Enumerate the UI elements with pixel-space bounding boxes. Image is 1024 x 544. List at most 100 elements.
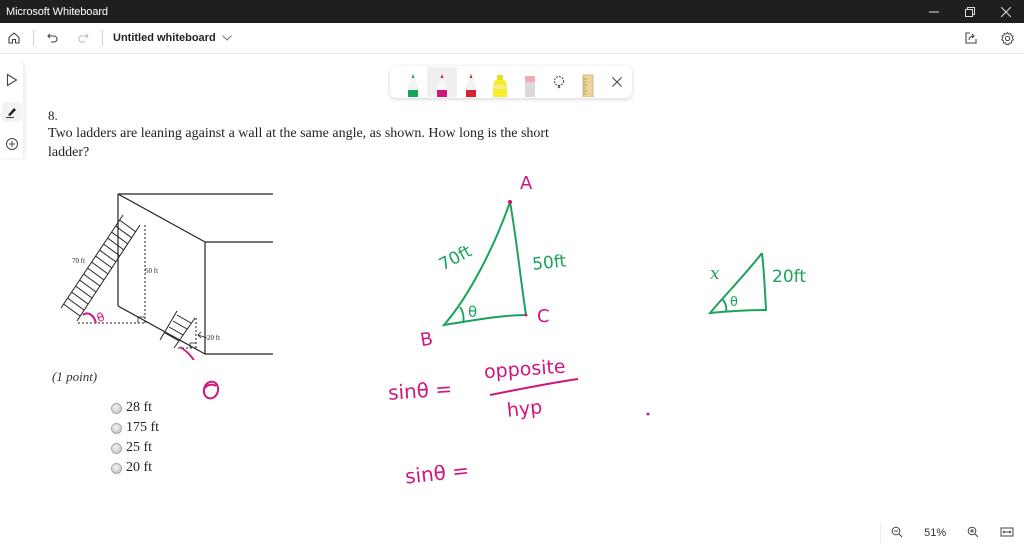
ink-angle-arc (82, 312, 97, 324)
board-menu-button[interactable] (221, 35, 232, 41)
answer-option[interactable]: 175 ft (111, 418, 159, 438)
ink-triangle-1: θ A B C 70ft 50ft (419, 173, 568, 350)
ink-figure-theta: θ (95, 310, 107, 326)
red-pen-button[interactable] (457, 67, 486, 97)
add-button[interactable] (2, 134, 22, 154)
answer-option[interactable]: 20 ft (111, 458, 159, 478)
title-bar: Microsoft Whiteboard (0, 0, 1024, 23)
divider (33, 30, 34, 46)
zoom-out-icon (892, 526, 903, 537)
triangle-1-theta: θ (468, 303, 477, 321)
eraser-button[interactable] (515, 67, 544, 97)
option-label: 175 ft (126, 420, 160, 435)
magenta-pen-button[interactable] (427, 67, 457, 97)
answer-options: 28 ft 175 ft 25 ft 20 ft (111, 398, 159, 478)
arrow-pointer (197, 331, 208, 339)
opp-label: 50ft (531, 251, 567, 274)
radio-button[interactable] (111, 402, 122, 414)
ladder-figure: 70 ft 50 ft 20 ft θ (60, 193, 273, 360)
redo-button[interactable] (72, 27, 94, 49)
short-height-label: 20 ft (207, 334, 220, 342)
question-number: 8. (48, 108, 58, 123)
radio-button[interactable] (111, 422, 122, 434)
cursor-icon (6, 73, 18, 87)
option-label: 28 ft (126, 400, 153, 415)
home-icon (8, 32, 20, 44)
short-ladder (159, 310, 196, 349)
answer-option[interactable]: 25 ft (111, 438, 159, 458)
zoom-bar: 51% (880, 522, 1024, 544)
eq1-left: sinθ = (387, 376, 453, 404)
close-window-button[interactable] (988, 0, 1024, 23)
left-tool-rail (0, 62, 24, 158)
pen-toolbar (390, 66, 632, 98)
lasso-button[interactable] (544, 67, 573, 97)
ink-tool-button[interactable] (1, 102, 22, 122)
pen-icon (5, 108, 16, 119)
radio-button[interactable] (111, 442, 122, 454)
undo-icon (47, 33, 58, 43)
answer-option[interactable]: 28 ft (111, 398, 159, 418)
minimize-button[interactable] (916, 0, 952, 23)
vertex-c-label: C (537, 306, 550, 327)
option-label: 20 ft (126, 460, 153, 475)
triangle-2-angle-arc (721, 298, 728, 313)
points-label: (1 point) (52, 369, 98, 384)
green-pen-icon (407, 74, 418, 97)
home-button[interactable] (3, 27, 25, 49)
share-icon (965, 32, 977, 44)
ruler-button[interactable] (574, 67, 603, 97)
chevron-down-icon (221, 35, 232, 41)
divider (102, 30, 103, 46)
close-icon (612, 77, 623, 87)
redo-icon (78, 33, 89, 43)
restore-button[interactable] (952, 0, 988, 23)
highlighter-button[interactable] (486, 67, 515, 97)
zoom-in-button[interactable] (967, 526, 979, 541)
long-ladder-label: 70 ft (72, 257, 85, 265)
close-icon (1001, 6, 1011, 17)
eq1-denominator: hyp (506, 396, 543, 422)
ink-equations: sinθ = opposite hyp sinθ = (387, 356, 650, 489)
undo-button[interactable] (42, 27, 64, 49)
select-tool-button[interactable] (2, 70, 22, 90)
red-pen-icon (466, 74, 477, 97)
long-measure-lines (78, 225, 146, 324)
question-text: Two ladders are leaning against a wall a… (48, 126, 549, 160)
fit-to-screen-button[interactable] (1000, 526, 1014, 541)
triangle-2-hyp-label: x (710, 264, 720, 284)
magenta-pen-icon (436, 74, 447, 97)
long-ladder (60, 214, 141, 322)
settings-button[interactable] (996, 27, 1018, 49)
ink-theta-mark (202, 380, 220, 400)
ruler-icon (582, 74, 594, 97)
triangle-2-theta: θ (730, 295, 738, 310)
lasso-icon (553, 76, 564, 89)
share-button[interactable] (960, 27, 982, 49)
hyp-label: 70ft (436, 241, 476, 275)
green-pen-button[interactable] (398, 67, 427, 97)
vertex-a-dot (508, 200, 512, 204)
highlighter-icon (493, 75, 508, 97)
ink-triangle-2: θ x 20ft (707, 252, 806, 315)
zoom-out-button[interactable] (891, 526, 903, 541)
zoom-level[interactable]: 51% (924, 527, 946, 539)
app-bar: Untitled whiteboard (0, 23, 1024, 54)
eq2: sinθ = (404, 458, 470, 489)
restore-icon (965, 6, 975, 17)
eraser-icon (524, 76, 535, 97)
window-title: Microsoft Whiteboard (6, 5, 108, 18)
zoom-in-icon (967, 526, 979, 537)
radio-button[interactable] (111, 462, 122, 474)
board-name[interactable]: Untitled whiteboard (113, 32, 216, 44)
close-toolbar-button[interactable] (603, 67, 632, 97)
triangle-2-opp-label: 20ft (772, 267, 806, 287)
option-label: 25 ft (126, 440, 153, 455)
eq1-numerator: opposite (483, 356, 566, 384)
ink-dot (646, 412, 650, 416)
ink-arrow-stroke (179, 346, 195, 360)
fit-screen-icon (1000, 527, 1014, 536)
vertex-c-dot (524, 313, 528, 317)
vertex-a-label: A (520, 173, 533, 194)
triangle-1-angle-arc (459, 306, 465, 324)
